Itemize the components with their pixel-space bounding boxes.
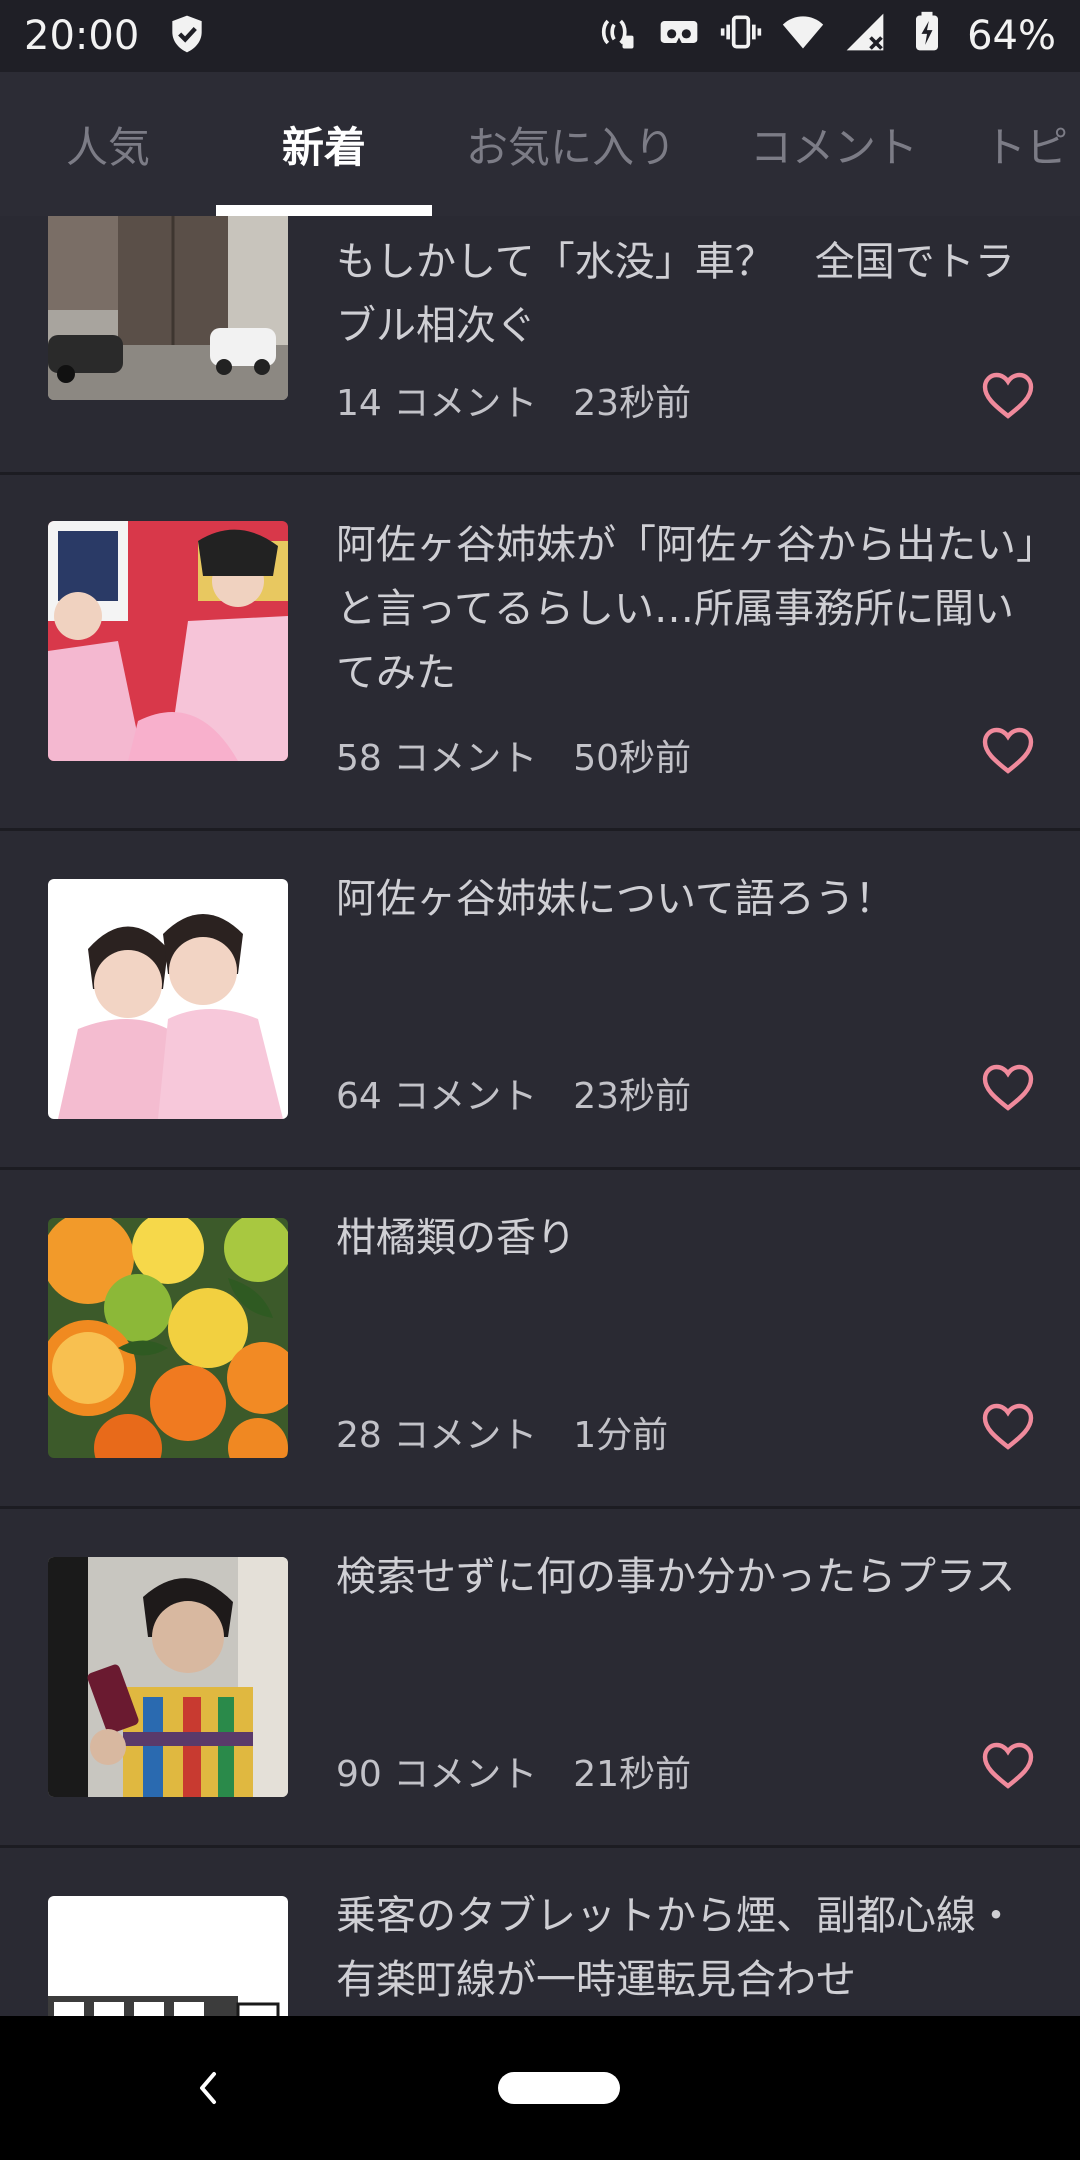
favorite-heart-icon[interactable] [982, 727, 1034, 775]
tab-new[interactable]: 新着 [216, 72, 432, 216]
item-title[interactable]: もしかして「水没」車？ 全国でトラブル相次ぐ [336, 230, 1036, 358]
tab-favorites[interactable]: お気に入り [456, 72, 686, 216]
system-navigation-bar [0, 2016, 1080, 2160]
battery-charging-icon [905, 10, 949, 63]
comment-count: 58 コメント [336, 738, 538, 779]
post-time: 23秒前 [573, 1076, 692, 1117]
comment-count: 14 コメント [336, 383, 538, 424]
list-item[interactable]: もしかして「水没」車？ 全国でトラブル相次ぐ 14 コメント 23秒前 [0, 216, 1080, 475]
item-meta: 90 コメント 21秒前 [336, 1745, 691, 1797]
item-title[interactable]: 乗客のタブレットから煙、副都心線・有楽町線が一時運転見合わせ [336, 1884, 1036, 2012]
list-item[interactable]: 阿佐ヶ谷姉妹について語ろう！ 64 コメント 23秒前 [0, 831, 1080, 1170]
list-item[interactable]: 乗客のタブレットから煙、副都心線・有楽町線が一時運転見合わせ [0, 1848, 1080, 2016]
list-item[interactable]: 阿佐ヶ谷姉妹が「阿佐ヶ谷から出たい」と言ってるらしい…所属事務所に聞いてみた 5… [0, 475, 1080, 831]
list-item[interactable]: 柑橘類の香り 28 コメント 1分前 [0, 1170, 1080, 1509]
comment-count: 64 コメント [336, 1076, 538, 1117]
nfc-icon [595, 10, 639, 63]
list-item[interactable]: 検索せずに何の事か分かったらプラス 90 コメント 21秒前 [0, 1509, 1080, 1848]
battery-percentage: 64% [967, 13, 1056, 59]
thumbnail-newspaper [48, 1896, 288, 2016]
item-title[interactable]: 柑橘類の香り [336, 1206, 1036, 1270]
favorite-heart-icon[interactable] [982, 372, 1034, 420]
item-title[interactable]: 検索せずに何の事か分かったらプラス [336, 1545, 1036, 1609]
signal-icon [843, 10, 887, 63]
thumbnail-pink-dresses [48, 521, 288, 761]
vibrate-icon [719, 10, 763, 63]
comment-count: 28 コメント [336, 1415, 538, 1456]
thumbnail-citrus [48, 1218, 288, 1458]
post-time: 23秒前 [573, 383, 692, 424]
back-icon[interactable] [190, 2062, 224, 2114]
favorite-heart-icon[interactable] [982, 1742, 1034, 1790]
active-tab-indicator [216, 205, 432, 216]
tab-topics[interactable]: トピ [984, 72, 1080, 216]
post-time: 50秒前 [573, 738, 692, 779]
tab-popular[interactable]: 人気 [28, 72, 188, 216]
shield-check-icon [165, 12, 209, 60]
favorite-heart-icon[interactable] [982, 1403, 1034, 1451]
item-meta: 14 コメント 23秒前 [336, 374, 691, 426]
item-title[interactable]: 阿佐ヶ谷姉妹が「阿佐ヶ谷から出たい」と言ってるらしい…所属事務所に聞いてみた [336, 513, 1036, 705]
post-time: 21秒前 [573, 1754, 692, 1795]
wifi-icon [781, 10, 825, 63]
topic-feed: もしかして「水没」車？ 全国でトラブル相次ぐ 14 コメント23秒前 阿佐ヶ谷 [0, 216, 1080, 2016]
vr-icon [657, 10, 701, 63]
item-meta: 58 コメント 50秒前 [336, 729, 691, 781]
item-title[interactable]: 阿佐ヶ谷姉妹について語ろう！ [336, 867, 1036, 931]
status-time: 20:00 [24, 13, 140, 59]
category-tab-bar: 人気 新着 お気に入り コメント トピ [0, 72, 1080, 216]
home-pill-button[interactable] [498, 2072, 620, 2104]
thumbnail-car-garage [48, 216, 288, 400]
thumbnail-two-women [48, 879, 288, 1119]
favorite-heart-icon[interactable] [982, 1064, 1034, 1112]
comment-count: 90 コメント [336, 1754, 538, 1795]
item-meta: 28 コメント 1分前 [336, 1406, 668, 1458]
post-time: 1分前 [573, 1415, 669, 1456]
status-bar: 20:00 64% [0, 0, 1080, 72]
tab-comments[interactable]: コメント [734, 72, 934, 216]
thumbnail-man-phone [48, 1557, 288, 1797]
item-meta: 64 コメント 23秒前 [336, 1067, 691, 1119]
